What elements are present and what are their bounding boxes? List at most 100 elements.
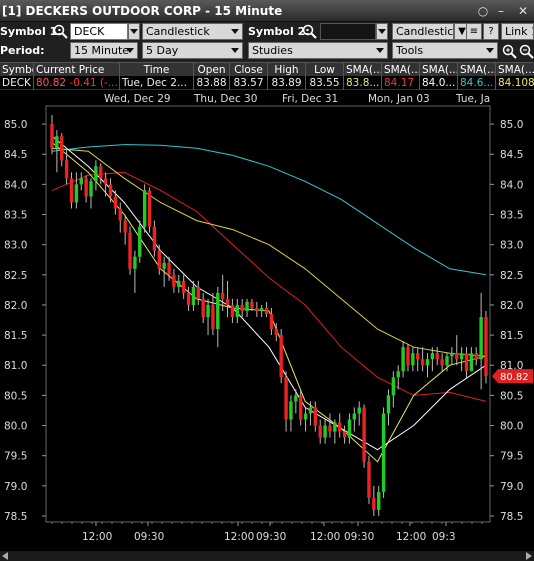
zoom-out-icon[interactable] — [519, 44, 534, 59]
y-tick-label-right: 80.5 — [500, 390, 523, 402]
chart-type2-select[interactable]: Candlestic — [392, 23, 454, 40]
col-header: SMA(... — [422, 63, 458, 77]
time-label: 12:00 — [82, 531, 112, 543]
symbol1-search-icon[interactable] — [53, 24, 68, 39]
chevron-down-icon — [486, 48, 494, 53]
candle-body — [328, 425, 332, 432]
studies-value: Studies — [252, 44, 293, 57]
window-title: [1] DECKERS OUTDOOR CORP - 15 Minute — [2, 4, 283, 18]
candle-body — [440, 359, 444, 366]
col-header: Close — [230, 63, 268, 77]
period-label: Period: — [0, 44, 45, 57]
candle-body — [401, 347, 405, 372]
y-tick-label-left: 78.5 — [4, 511, 27, 523]
candle-body — [206, 304, 210, 318]
date-label: Thu, Dec 30 — [193, 93, 257, 105]
y-tick-label-left: 81.5 — [4, 330, 27, 342]
candle-body — [220, 292, 225, 299]
candle-body — [74, 184, 79, 203]
candle-body — [284, 377, 288, 420]
y-tick-label-right: 84.5 — [500, 149, 523, 161]
y-tick-label-left: 83.0 — [4, 240, 27, 252]
interval-select[interactable]: 15 Minute — [70, 42, 138, 59]
y-tick-label-left: 80.5 — [4, 390, 27, 402]
candle-body — [201, 298, 205, 318]
quote-row[interactable]: DECK 80.82 -0.41 (-... Tue, Dec 2... 83.… — [0, 76, 534, 90]
y-tick-label-left: 84.0 — [4, 179, 27, 191]
chevron-down-icon — [126, 48, 134, 53]
y-tick-label-left: 79.5 — [4, 451, 27, 463]
close-window-icon[interactable]: ✕ — [516, 4, 530, 18]
col-header: High — [268, 63, 306, 77]
chevron-down-icon — [231, 48, 239, 53]
quote-open: 83.88 — [194, 76, 230, 90]
candle-body — [411, 353, 415, 366]
price-chart[interactable]: 85.0 85.0 84.5 84.5 84.0 84.0 83.5 83.5 83.0 83.0… — [0, 90, 534, 561]
quote-high: 83.89 — [268, 76, 306, 90]
range-select[interactable]: 5 Day — [142, 42, 243, 59]
candle-body — [230, 304, 235, 318]
chart-axes: 85.0 85.0 84.5 84.5 84.0 84.0 83.5 83.5 83.0 83.0… — [0, 93, 534, 561]
y-tick-label-right: 82.0 — [500, 300, 523, 312]
candle-body — [416, 353, 420, 360]
candle-body — [323, 425, 327, 438]
candle-body — [89, 181, 93, 197]
candle-body — [425, 359, 430, 366]
sma-line — [51, 135, 487, 451]
quote-current-price: 80.82 -0.41 (-... — [34, 76, 120, 90]
y-tick-label-left: 80.0 — [4, 421, 27, 433]
candle-body — [347, 419, 352, 438]
y-tick-label-left: 81.0 — [4, 360, 27, 372]
chart-type1-select[interactable]: Candlestick — [142, 23, 243, 40]
symbol1-input[interactable]: DECK — [70, 23, 128, 40]
candles — [50, 115, 488, 516]
symbol2-search-icon[interactable] — [302, 24, 317, 39]
symbol1-dropdown-button[interactable] — [128, 23, 140, 40]
quote-sma-1: 83.8... — [344, 76, 382, 90]
candle-body — [128, 232, 132, 269]
time-label: 12:00 — [396, 531, 426, 543]
minimize-window-icon[interactable]: – — [494, 4, 508, 18]
help-button[interactable]: ? — [483, 23, 499, 40]
candle-body — [391, 377, 396, 396]
candle-body — [69, 178, 74, 203]
date-label: Mon, Jan 03 — [368, 93, 430, 105]
candle-body — [186, 292, 191, 305]
y-tick-label-right: 83.5 — [500, 210, 523, 222]
candle-body — [142, 190, 147, 227]
quote-sma-4: 84.6... — [458, 76, 496, 90]
candle-body — [479, 317, 483, 360]
maximize-window-icon[interactable]: ○ — [476, 4, 490, 18]
candlestick-chart[interactable]: 85.0 85.0 84.5 84.5 84.0 84.0 83.5 83.5 83.0 83.0… — [0, 90, 534, 561]
chart-type1-value: Candlestick — [146, 25, 210, 38]
date-label: Wed, Dec 29 — [104, 93, 171, 105]
candle-body — [264, 307, 269, 314]
symbol2-dropdown-button[interactable] — [376, 23, 388, 40]
candle-body — [420, 359, 425, 366]
time-label: 12:00 — [224, 531, 254, 543]
symbol2-input[interactable] — [320, 23, 376, 40]
candle-body — [108, 184, 113, 197]
candle-body — [259, 307, 264, 311]
chart-scrollbar — [0, 551, 534, 561]
quote-change: -0.41 (-... — [69, 77, 118, 89]
candle-body — [396, 371, 400, 378]
candle-body — [318, 425, 322, 438]
candle-body — [450, 353, 454, 357]
col-header: Symbol — [0, 63, 34, 77]
candle-body — [235, 304, 240, 318]
zoom-in-icon[interactable] — [502, 44, 517, 59]
list-menu-icon[interactable]: ≡ — [466, 23, 482, 40]
candle-body — [255, 307, 259, 311]
y-tick-label-right: 83.0 — [500, 240, 523, 252]
candle-body — [289, 401, 293, 420]
last-price-label: 80.82 — [500, 372, 529, 383]
link-select[interactable]: Link 1 — [501, 23, 534, 40]
studies-select[interactable]: Studies — [248, 42, 388, 59]
tools-select[interactable]: Tools — [392, 42, 498, 59]
candle-body — [167, 262, 171, 275]
y-tick-label-right: 80.0 — [500, 421, 523, 433]
range-value: 5 Day — [146, 44, 179, 57]
sma-lines — [51, 135, 487, 463]
candle-body — [138, 226, 142, 257]
